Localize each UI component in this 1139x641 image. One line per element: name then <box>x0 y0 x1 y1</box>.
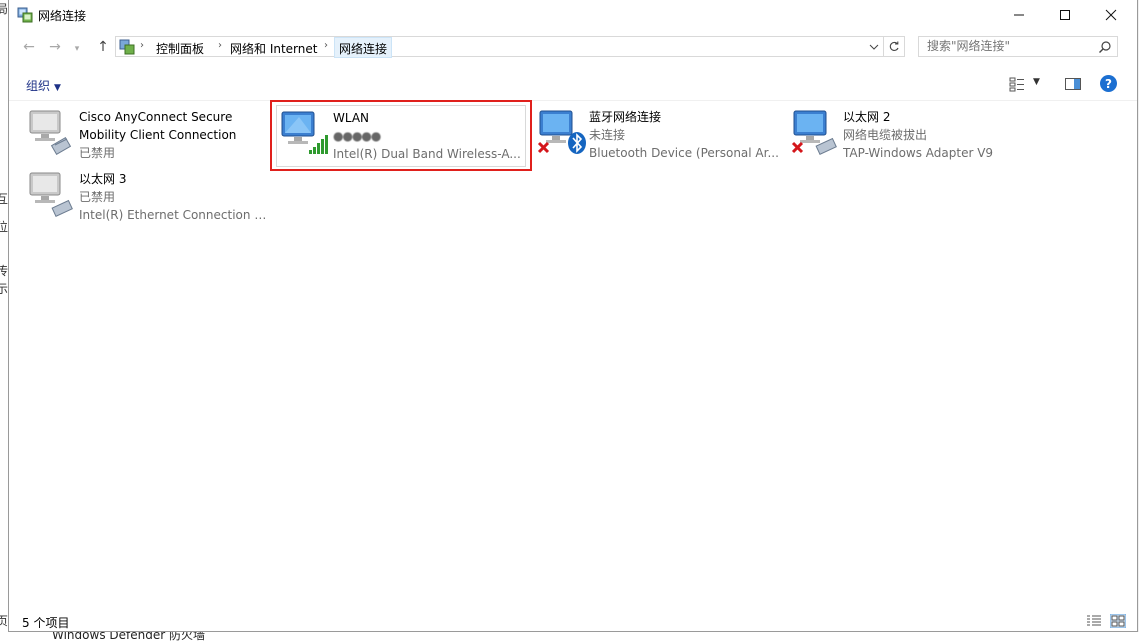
connection-item-bluetooth[interactable]: 蓝牙网络连接 未连接 Bluetooth Device (Personal Ar… <box>527 101 779 163</box>
breadcrumb-network-internet[interactable]: 网络和 Internet <box>230 40 317 57</box>
search-box[interactable] <box>918 36 1118 57</box>
connection-item-ethernet-3[interactable]: 以太网 3 已禁用 Intel(R) Ethernet Connection I… <box>17 163 269 225</box>
view-options-dropdown-icon[interactable]: ▼ <box>1033 77 1040 87</box>
recent-locations-button[interactable]: ▾ <box>69 39 85 59</box>
connection-item-cisco[interactable]: Cisco AnyConnect Secure Mobility Client … <box>17 101 269 163</box>
breadcrumb-separator-icon: › <box>324 40 328 51</box>
connection-text: 以太网 3 已禁用 Intel(R) Ethernet Connection I… <box>79 170 269 224</box>
address-bar[interactable]: › 控制面板 › 网络和 Internet › 网络连接 <box>115 36 905 58</box>
background-bottom-text: Windows Defender 防火墙 <box>52 632 205 641</box>
bluetooth-network-icon <box>537 110 586 154</box>
back-button[interactable]: ← <box>19 37 39 57</box>
forward-arrow-icon: → <box>49 39 61 55</box>
ethernet-adapter-icon <box>29 172 73 217</box>
forward-button[interactable]: → <box>45 37 65 57</box>
help-icon[interactable]: ? <box>1100 75 1117 92</box>
details-view-icon[interactable] <box>1086 614 1102 628</box>
maximize-icon <box>1060 10 1070 20</box>
search-input[interactable] <box>927 39 1087 53</box>
chevron-down-icon: ▾ <box>74 44 80 54</box>
up-button[interactable]: ↑ <box>93 37 113 57</box>
breadcrumb-separator-icon: › <box>140 40 144 51</box>
connection-name: 蓝牙网络连接 <box>589 110 662 124</box>
minimize-button[interactable] <box>996 0 1042 30</box>
network-connections-window: 网络连接 ← → ▾ ↑ › 控制面板 › 网络和 Internet › 网络连… <box>8 0 1138 632</box>
address-dropdown-button[interactable] <box>866 39 882 55</box>
close-icon <box>1105 9 1117 21</box>
background-window-bottom: Windows Defender 防火墙 <box>0 632 1139 641</box>
chevron-down-icon <box>869 44 879 50</box>
item-count: 5 个项目 <box>22 616 70 630</box>
connection-name-line2: Mobility Client Connection <box>79 128 237 142</box>
back-arrow-icon: ← <box>23 39 35 55</box>
change-view-icon[interactable] <box>1009 76 1025 92</box>
search-icon <box>1099 41 1111 53</box>
up-arrow-icon: ↑ <box>97 39 109 55</box>
refresh-button[interactable] <box>883 37 904 56</box>
ethernet-adapter-icon <box>791 110 837 155</box>
maximize-button[interactable] <box>1042 0 1088 30</box>
connection-device: Bluetooth Device (Personal Ar... <box>589 146 779 160</box>
connection-text: Cisco AnyConnect Secure Mobility Client … <box>79 108 269 162</box>
breadcrumb-network-connections[interactable]: 网络连接 <box>334 37 393 58</box>
connection-text: 以太网 2 网络电缆被拔出 TAP-Windows Adapter V9 <box>843 108 1033 162</box>
refresh-icon <box>889 41 899 51</box>
navigation-bar: ← → ▾ ↑ › 控制面板 › 网络和 Internet › 网络连接 <box>9 34 1137 60</box>
connection-name: 以太网 2 <box>843 110 891 124</box>
red-highlight-annotation <box>270 100 532 171</box>
connection-item-ethernet-2[interactable]: 以太网 2 网络电缆被拔出 TAP-Windows Adapter V9 <box>781 101 1033 163</box>
caret-down-icon: ▼ <box>54 83 61 93</box>
connection-status: 未连接 <box>589 128 626 142</box>
connection-device: TAP-Windows Adapter V9 <box>843 146 994 160</box>
minimize-icon <box>1014 14 1024 16</box>
network-connections-icon <box>17 7 33 23</box>
connection-name: 以太网 3 <box>79 172 127 186</box>
organize-menu-button[interactable]: 组织 ▼ <box>26 77 61 94</box>
connection-status: 已禁用 <box>79 146 116 160</box>
large-icons-view-icon[interactable] <box>1110 614 1126 628</box>
connection-text: 蓝牙网络连接 未连接 Bluetooth Device (Personal Ar… <box>589 108 779 162</box>
connection-device: Intel(R) Ethernet Connection I2... <box>79 208 269 222</box>
close-button[interactable] <box>1088 0 1134 30</box>
breadcrumb-control-panel[interactable]: 控制面板 <box>156 40 204 57</box>
preview-pane-icon[interactable] <box>1065 76 1081 92</box>
organize-label: 组织 <box>26 79 51 93</box>
status-bar: 5 个项目 <box>9 610 1137 632</box>
title-bar[interactable]: 网络连接 <box>9 0 1137 30</box>
connection-status: 已禁用 <box>79 190 116 204</box>
breadcrumb-separator-icon: › <box>218 40 222 51</box>
connection-name: Cisco AnyConnect Secure <box>79 110 233 124</box>
connection-status: 网络电缆被拔出 <box>843 128 928 142</box>
control-panel-icon <box>119 39 135 55</box>
command-bar: 组织 ▼ ▼ ? <box>9 68 1137 101</box>
network-adapter-icon <box>29 110 72 155</box>
window-title: 网络连接 <box>38 9 87 23</box>
